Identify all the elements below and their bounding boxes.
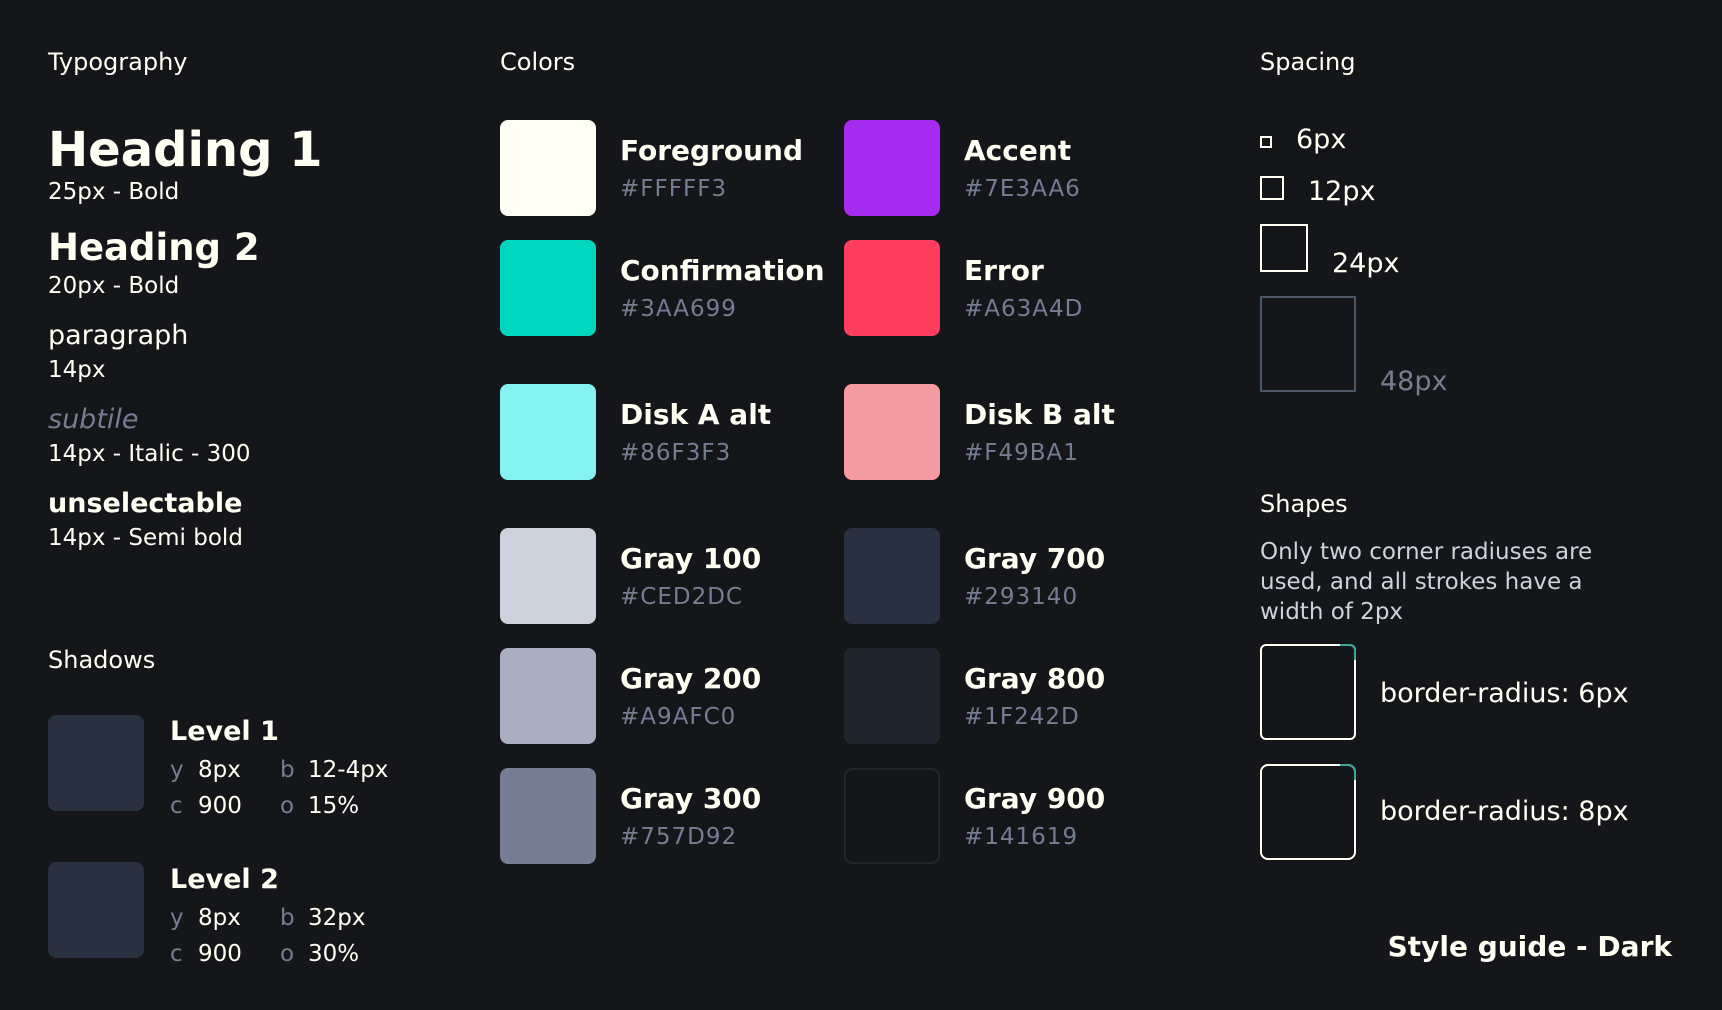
color-hex-gray-800: #1F242D bbox=[964, 704, 1080, 730]
color-hex-accent: #7E3AA6 bbox=[964, 176, 1081, 202]
color-swatch-gray-300 bbox=[500, 768, 596, 864]
shape-radius-6-box bbox=[1260, 644, 1356, 740]
colors-section-title: Colors bbox=[500, 48, 576, 76]
shadow-level-1-c: c 900 bbox=[170, 793, 242, 819]
color-hex-disk-a-alt: #86F3F3 bbox=[620, 440, 732, 466]
shadow-level-2-b: b 32px bbox=[280, 905, 366, 931]
heading-1-spec: 25px - Bold bbox=[48, 179, 180, 205]
spacing-6px-square bbox=[1260, 136, 1272, 148]
shadow-level-1-title: Level 1 bbox=[170, 716, 279, 747]
color-name-accent: Accent bbox=[964, 134, 1072, 167]
shadow-level-2-title: Level 2 bbox=[170, 864, 279, 895]
paragraph-sample: paragraph bbox=[48, 320, 189, 351]
spacing-section-title: Spacing bbox=[1260, 48, 1356, 76]
subtle-sample: subtile bbox=[48, 404, 139, 435]
color-name-disk-b-alt: Disk B alt bbox=[964, 398, 1115, 431]
color-hex-gray-300: #757D92 bbox=[620, 824, 738, 850]
shadow-level-1-y: y 8px bbox=[170, 757, 241, 783]
shapes-description: Only two corner radiuses are used, and a… bbox=[1260, 539, 1593, 625]
color-hex-gray-100: #CED2DC bbox=[620, 584, 743, 610]
unselectable-spec: 14px - Semi bold bbox=[48, 525, 243, 551]
color-name-confirmation: Confirmation bbox=[620, 254, 825, 287]
subtle-spec: 14px - Italic - 300 bbox=[48, 441, 251, 467]
accent-corner bbox=[1340, 764, 1356, 780]
color-name-error: Error bbox=[964, 254, 1044, 287]
color-swatch-gray-100 bbox=[500, 528, 596, 624]
shapes-section-title: Shapes bbox=[1260, 490, 1348, 518]
shape-radius-6-label: border-radius: 6px bbox=[1380, 678, 1629, 709]
heading-2-spec: 20px - Bold bbox=[48, 273, 180, 299]
accent-corner bbox=[1340, 644, 1356, 660]
shadow-level-1-o: o 15% bbox=[280, 793, 360, 819]
color-swatch-gray-700 bbox=[844, 528, 940, 624]
shadows-section-title: Shadows bbox=[48, 646, 156, 674]
color-swatch-gray-800 bbox=[844, 648, 940, 744]
color-name-disk-a-alt: Disk A alt bbox=[620, 398, 772, 431]
shadow-level-1-b: b 12-4px bbox=[280, 757, 389, 783]
typography-section-title: Typography bbox=[48, 48, 188, 76]
heading-2-sample: Heading 2 bbox=[48, 226, 260, 269]
color-swatch-foreground bbox=[500, 120, 596, 216]
spacing-12px-square bbox=[1260, 176, 1284, 200]
color-hex-error: #A63A4D bbox=[964, 296, 1084, 322]
color-swatch-disk-a-alt bbox=[500, 384, 596, 480]
shadow-level-2-y: y 8px bbox=[170, 905, 241, 931]
spacing-48px-label: 48px bbox=[1380, 366, 1448, 397]
shadow-level-1-swatch bbox=[48, 715, 144, 811]
color-name-gray-200: Gray 200 bbox=[620, 662, 762, 695]
spacing-6px-label: 6px bbox=[1296, 124, 1347, 155]
shape-radius-8-box bbox=[1260, 764, 1356, 860]
color-hex-gray-700: #293140 bbox=[964, 584, 1079, 610]
spacing-48px-square bbox=[1260, 296, 1356, 392]
color-swatch-gray-200 bbox=[500, 648, 596, 744]
color-swatch-accent bbox=[844, 120, 940, 216]
shape-radius-8-label: border-radius: 8px bbox=[1380, 796, 1629, 827]
shadow-level-2-swatch bbox=[48, 862, 144, 958]
color-swatch-error bbox=[844, 240, 940, 336]
color-name-gray-900: Gray 900 bbox=[964, 782, 1106, 815]
color-name-foreground: Foreground bbox=[620, 134, 804, 167]
color-hex-foreground: #FFFFF3 bbox=[620, 176, 728, 202]
color-name-gray-800: Gray 800 bbox=[964, 662, 1106, 695]
color-name-gray-300: Gray 300 bbox=[620, 782, 762, 815]
shadow-level-2-c: c 900 bbox=[170, 941, 242, 967]
unselectable-sample: unselectable bbox=[48, 488, 243, 519]
shadow-level-2-o: o 30% bbox=[280, 941, 360, 967]
spacing-24px-square bbox=[1260, 224, 1308, 272]
heading-1-sample: Heading 1 bbox=[48, 122, 323, 178]
color-hex-disk-b-alt: #F49BA1 bbox=[964, 440, 1079, 466]
spacing-12px-label: 12px bbox=[1308, 176, 1376, 207]
color-hex-gray-200: #A9AFC0 bbox=[620, 704, 737, 730]
color-swatch-gray-900 bbox=[844, 768, 940, 864]
color-name-gray-700: Gray 700 bbox=[964, 542, 1106, 575]
color-swatch-disk-b-alt bbox=[844, 384, 940, 480]
paragraph-spec: 14px bbox=[48, 357, 106, 383]
color-hex-gray-900: #141619 bbox=[964, 824, 1079, 850]
color-swatch-confirmation bbox=[500, 240, 596, 336]
color-name-gray-100: Gray 100 bbox=[620, 542, 762, 575]
color-hex-confirmation: #3AA699 bbox=[620, 296, 737, 322]
spacing-24px-label: 24px bbox=[1332, 248, 1400, 279]
style-guide-footer: Style guide - Dark bbox=[1387, 930, 1672, 963]
